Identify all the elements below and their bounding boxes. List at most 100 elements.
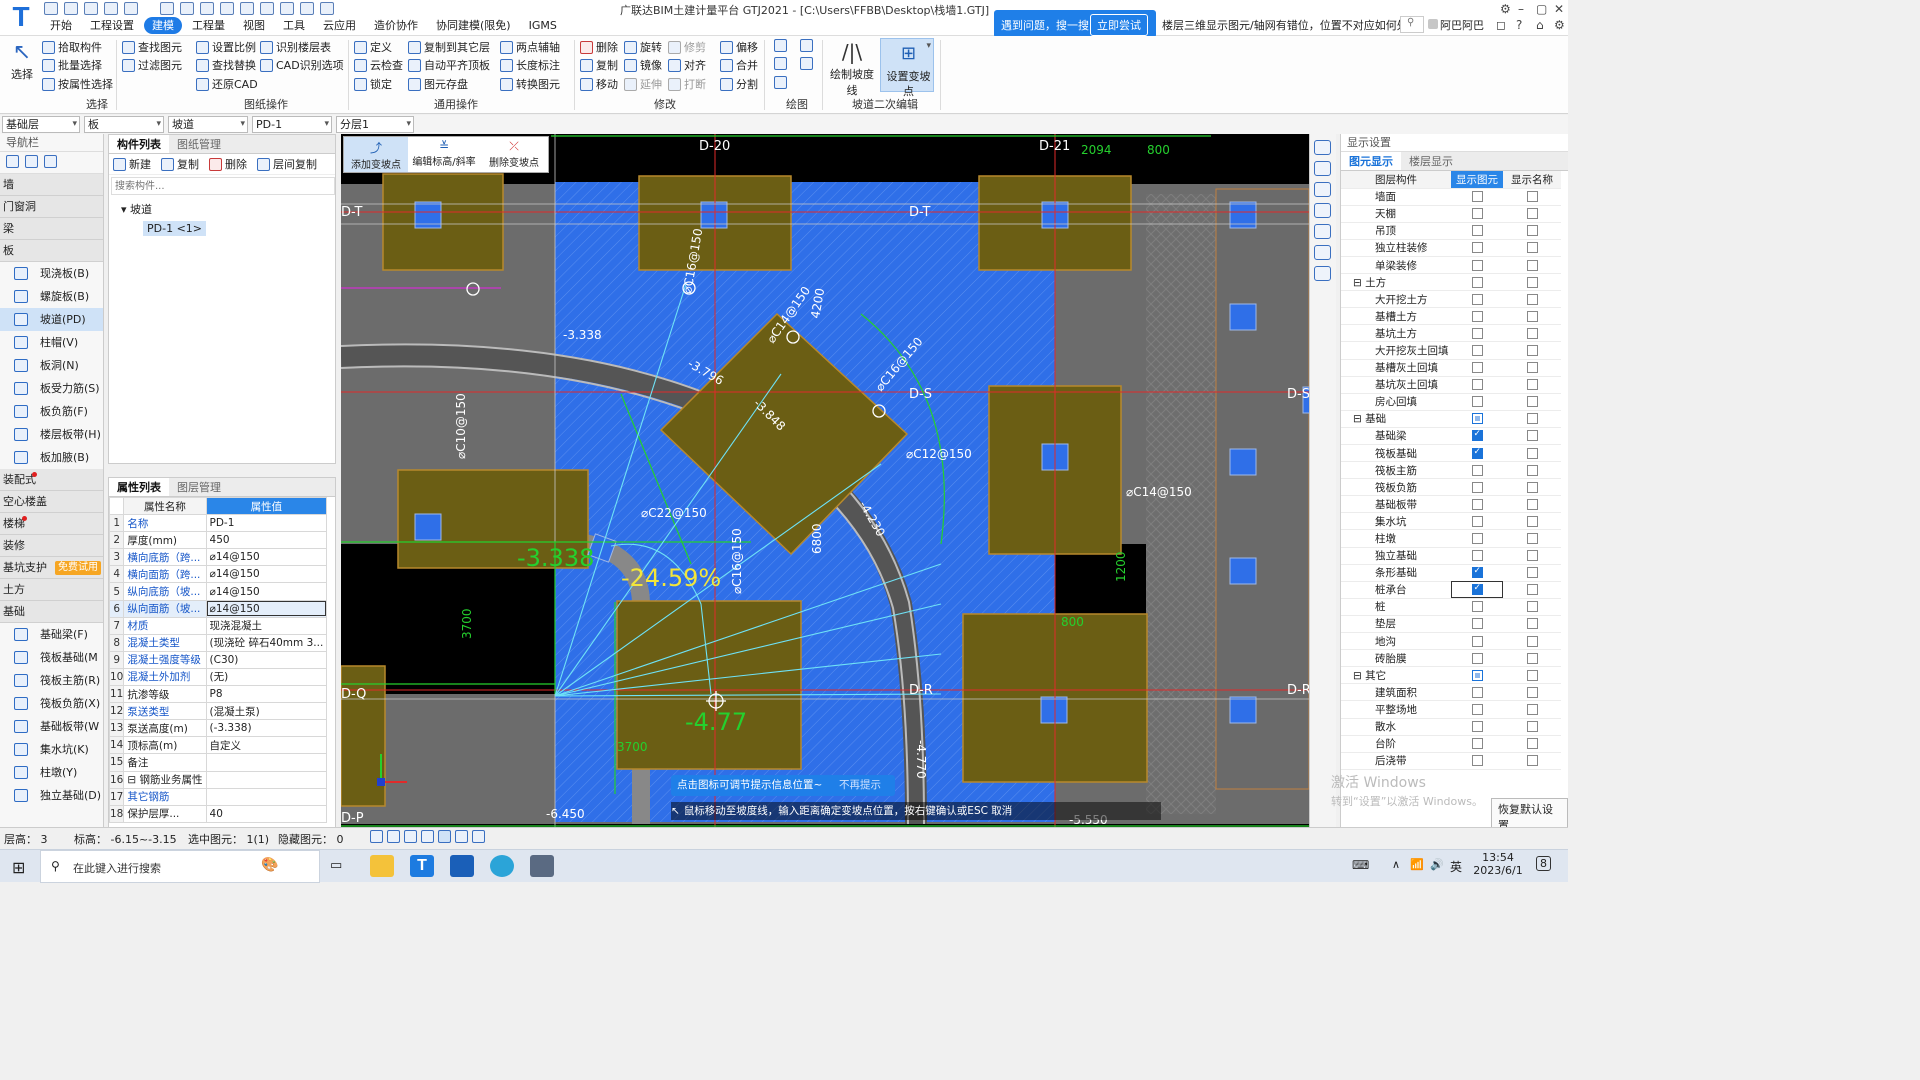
snap-setting-icon[interactable] <box>455 830 468 843</box>
show-name-checkbox[interactable] <box>1526 413 1538 425</box>
recognize-floor-button[interactable]: 识别楼层表 <box>260 39 331 55</box>
footing[interactable] <box>382 173 504 271</box>
nav-item[interactable]: 螺旋板(B) <box>0 285 103 308</box>
property-row[interactable]: 15 备注 <box>109 753 328 772</box>
show-name-checkbox[interactable] <box>1526 515 1538 527</box>
undo-icon[interactable] <box>104 2 118 15</box>
tab-drawing-management[interactable]: 图纸管理 <box>169 135 229 153</box>
property-row[interactable]: 2 厚度(mm) 450 <box>109 531 328 550</box>
new-component-button[interactable]: 新建 <box>113 156 151 172</box>
column[interactable] <box>1040 696 1068 724</box>
menu-tab[interactable]: 云应用 <box>315 17 364 34</box>
property-value[interactable]: (无) <box>205 667 328 687</box>
move-button[interactable]: 移动 <box>580 76 618 92</box>
cad-app-icon[interactable] <box>450 855 474 877</box>
cross-snap-icon[interactable] <box>404 830 417 843</box>
message-icon[interactable]: ◻ <box>1496 18 1506 32</box>
nav-item[interactable]: 柱帽(V) <box>0 331 103 354</box>
tree-root[interactable]: ▾ 坡道 <box>109 197 335 217</box>
show-name-checkbox[interactable] <box>1526 481 1538 493</box>
close-icon[interactable]: ✕ <box>1554 2 1564 16</box>
show-element-checkbox[interactable] <box>1471 566 1483 579</box>
property-value[interactable]: ⌀14@150 <box>205 599 328 618</box>
menu-tab[interactable]: 协同建模(限免) <box>428 17 519 34</box>
show-element-checkbox[interactable] <box>1471 327 1483 339</box>
lock-button[interactable]: 锁定 <box>354 76 392 92</box>
show-name-checkbox[interactable] <box>1526 362 1538 374</box>
show-element-checkbox[interactable] <box>1471 191 1483 203</box>
property-value[interactable] <box>205 753 328 772</box>
property-row[interactable]: 8 混凝土类型 (现浇砼 碎石40mm 3... <box>109 633 328 652</box>
file-explorer-icon[interactable] <box>370 855 394 877</box>
convert-element-button[interactable]: 转换图元 <box>500 76 560 92</box>
show-element-checkbox[interactable] <box>1471 669 1483 681</box>
nav-item[interactable]: 板洞(N) <box>0 354 103 377</box>
volume-icon[interactable]: 🔊 <box>1430 858 1444 871</box>
nav-item[interactable]: 板负筋(F) <box>0 400 103 423</box>
tab-layer-management[interactable]: 图层管理 <box>169 478 229 496</box>
menu-tab[interactable]: 工具 <box>275 17 313 34</box>
find-element-button[interactable]: 查找图元 <box>122 39 182 55</box>
show-element-checkbox[interactable] <box>1471 276 1483 288</box>
qat-tool6-icon[interactable] <box>260 2 274 15</box>
filter-element-button[interactable]: 过滤图元 <box>122 57 182 73</box>
free-trial-badge[interactable]: 免费试用 <box>55 561 101 575</box>
delete-button[interactable]: 删除 <box>580 39 618 55</box>
show-element-checkbox[interactable] <box>1471 259 1483 271</box>
show-name-checkbox[interactable] <box>1526 550 1538 562</box>
nav-item[interactable]: 坡道(PD) <box>0 308 103 331</box>
show-name-checkbox[interactable] <box>1526 533 1538 545</box>
show-name-checkbox[interactable] <box>1526 703 1538 715</box>
show-name-checkbox[interactable] <box>1526 379 1538 391</box>
view-notes-icon[interactable] <box>1314 266 1331 281</box>
minimize-icon[interactable]: – <box>1518 2 1524 16</box>
show-element-checkbox[interactable] <box>1471 413 1483 425</box>
show-element-checkbox[interactable] <box>1471 618 1483 630</box>
split-button[interactable]: 分割 <box>720 76 758 92</box>
show-name-checkbox[interactable] <box>1526 464 1538 476</box>
nav-pin-icon[interactable] <box>6 155 19 168</box>
nav-item[interactable]: 筏板主筋(R) <box>0 669 103 692</box>
redo-icon[interactable] <box>124 2 138 15</box>
show-element-checkbox[interactable] <box>1471 550 1483 562</box>
menu-tab[interactable]: 造价协作 <box>366 17 426 34</box>
calculator-icon[interactable] <box>530 855 554 877</box>
floor-select[interactable]: 基础层 <box>2 116 80 133</box>
show-name-checkbox[interactable] <box>1526 601 1538 613</box>
property-value[interactable]: 450 <box>205 531 328 550</box>
break-button[interactable]: 打断 <box>668 76 706 92</box>
restore-cad-button[interactable]: 还原CAD <box>196 76 258 92</box>
define-button[interactable]: 定义 <box>354 39 392 55</box>
rect-snap-icon[interactable] <box>387 830 400 843</box>
column[interactable] <box>1229 696 1257 724</box>
mirror-button[interactable]: 镜像 <box>624 57 662 73</box>
delete-slope-point-button[interactable]: ⤫ 删除变坡点 <box>480 137 548 172</box>
property-value[interactable] <box>205 770 328 789</box>
show-name-checkbox[interactable] <box>1526 721 1538 733</box>
show-name-checkbox[interactable] <box>1526 242 1538 254</box>
column[interactable] <box>1229 303 1257 331</box>
property-row[interactable]: 12 泵送类型 (混凝土泵) <box>109 702 328 721</box>
show-element-checkbox[interactable] <box>1471 464 1483 476</box>
tray-up-icon[interactable]: ∧ <box>1392 858 1400 871</box>
tab-component-list[interactable]: 构件列表 <box>109 135 169 153</box>
view-3d-icon[interactable] <box>1314 140 1331 155</box>
show-name-checkbox[interactable] <box>1526 430 1538 442</box>
nav-item[interactable]: 柱墩(Y) <box>0 761 103 784</box>
help-search-icon[interactable]: ⚲ <box>1400 16 1424 33</box>
show-element-checkbox[interactable] <box>1471 310 1483 322</box>
property-value[interactable]: 40 <box>205 804 328 823</box>
hint-dismiss-button[interactable]: 不再提示 <box>839 775 881 796</box>
show-name-checkbox[interactable] <box>1526 498 1538 510</box>
nav-category[interactable]: 墙 <box>0 174 103 196</box>
show-element-checkbox[interactable] <box>1471 738 1483 750</box>
show-name-checkbox[interactable] <box>1526 276 1538 288</box>
view-rotate-icon[interactable] <box>1314 245 1331 260</box>
show-name-checkbox[interactable] <box>1526 208 1538 220</box>
nav-item[interactable]: 板受力筋(S) <box>0 377 103 400</box>
new-file-icon[interactable] <box>44 2 58 15</box>
qat-tool7-icon[interactable] <box>280 2 294 15</box>
draw-line-button[interactable] <box>774 57 787 70</box>
property-row[interactable]: 13 泵送高度(m) (-3.338) <box>109 719 328 738</box>
show-name-checkbox[interactable] <box>1526 584 1538 596</box>
